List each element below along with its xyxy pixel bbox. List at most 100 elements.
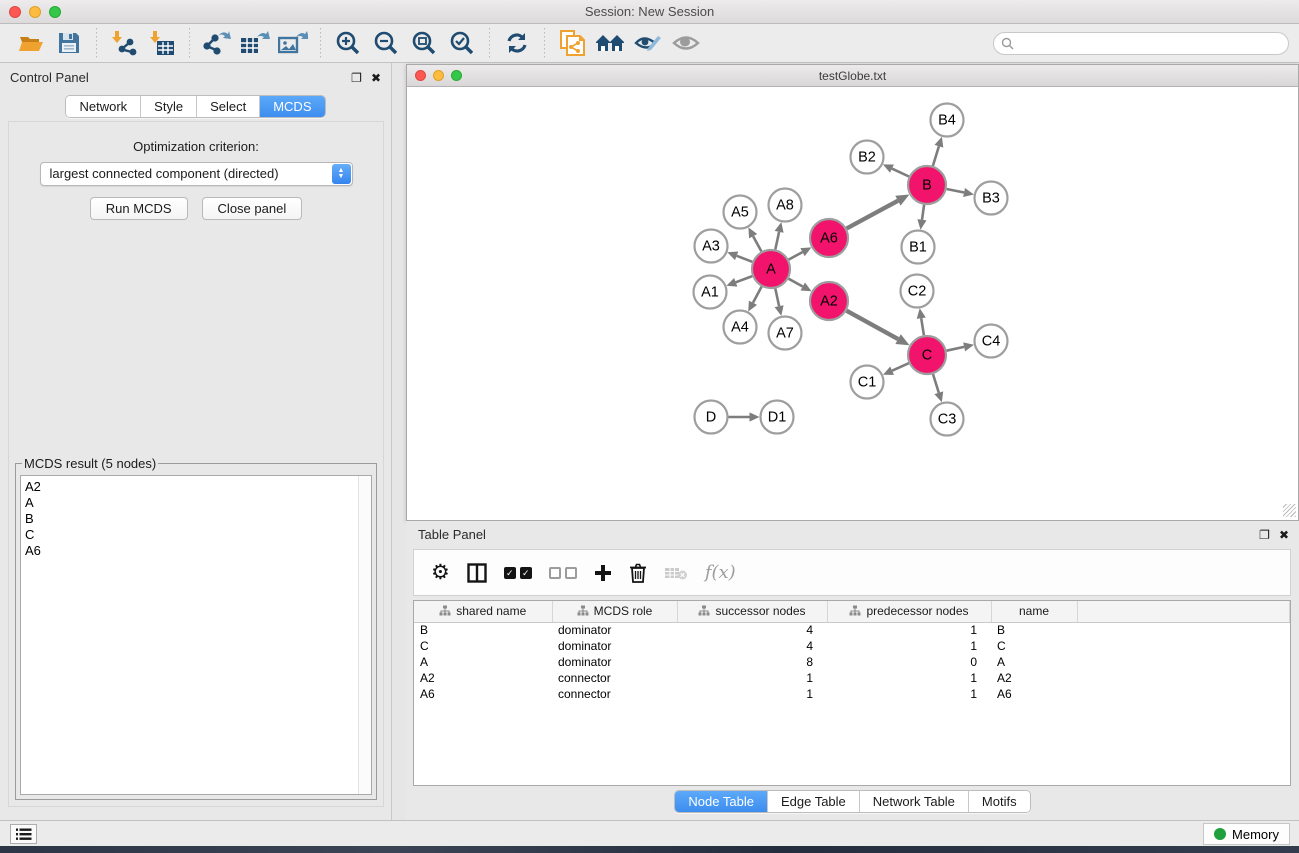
graph-edge-C-C2[interactable] [921, 318, 924, 335]
graph-edge-B-B1[interactable] [922, 205, 924, 220]
resize-grip-icon[interactable] [1283, 504, 1296, 517]
mcds-result-item[interactable]: A6 [25, 543, 371, 559]
graph-edge-B-B4[interactable] [933, 146, 939, 166]
graph-edge-A-A4[interactable] [753, 287, 762, 303]
graph-edge-C-C4[interactable] [947, 347, 965, 351]
table-cell[interactable]: 0 [827, 654, 991, 670]
hide-selected-button[interactable] [631, 27, 665, 59]
node-table[interactable]: shared nameMCDS rolesuccessor nodesprede… [413, 600, 1291, 786]
table-close-icon[interactable]: ✖ [1279, 529, 1289, 541]
table-cell[interactable]: 1 [677, 686, 827, 702]
table-cell[interactable]: B [414, 622, 552, 638]
tab-network[interactable]: Network [66, 96, 141, 117]
graph-edge-A-A1[interactable] [736, 276, 753, 282]
select-all-columns-button[interactable]: ✓ ✓ [504, 567, 532, 579]
show-all-button[interactable] [669, 27, 703, 59]
graph-edge-A-A5[interactable] [753, 236, 761, 251]
table-cell[interactable]: 1 [677, 670, 827, 686]
delete-table-button[interactable] [664, 565, 688, 581]
column-header-MCDS-role[interactable]: MCDS role [552, 601, 677, 622]
table-cell[interactable]: C [991, 638, 1077, 654]
float-panel-icon[interactable]: ❐ [351, 72, 362, 84]
refresh-view-button[interactable] [500, 27, 534, 59]
table-float-icon[interactable]: ❐ [1259, 529, 1270, 541]
table-row[interactable]: A6connector11A6 [414, 686, 1290, 702]
table-settings-button[interactable]: ⚙ [431, 562, 450, 583]
graph-edge-B-B3[interactable] [947, 189, 965, 193]
table-cell[interactable]: 1 [827, 622, 991, 638]
table-row[interactable]: A2connector11A2 [414, 670, 1290, 686]
table-cell[interactable]: 1 [827, 638, 991, 654]
memory-button[interactable]: Memory [1203, 823, 1290, 845]
graph-edge-A-A8[interactable] [775, 232, 779, 250]
zoom-selected-button[interactable] [445, 27, 479, 59]
table-cell[interactable]: dominator [552, 622, 677, 638]
graph-edge-A-A6[interactable] [789, 252, 803, 260]
tab-mcds[interactable]: MCDS [260, 96, 324, 117]
export-table-button[interactable] [238, 27, 272, 59]
panel-menu-button[interactable] [10, 824, 37, 844]
optimization-criterion-select[interactable]: largest connected component (directed) ▲… [40, 162, 353, 186]
close-panel-icon[interactable]: ✖ [371, 72, 381, 84]
zoom-in-button[interactable] [331, 27, 365, 59]
table-cell[interactable]: A2 [414, 670, 552, 686]
table-cell[interactable]: 1 [827, 670, 991, 686]
table-cell[interactable]: connector [552, 670, 677, 686]
table-row[interactable]: Bdominator41B [414, 622, 1290, 638]
delete-column-button[interactable] [629, 563, 647, 583]
table-row[interactable]: Cdominator41C [414, 638, 1290, 654]
function-builder-button[interactable]: f(x) [705, 562, 736, 583]
deselect-all-columns-button[interactable] [549, 567, 577, 579]
add-column-button[interactable] [594, 564, 612, 582]
mcds-result-item[interactable]: B [25, 511, 371, 527]
graph-edge-A6-B[interactable] [847, 201, 898, 229]
mcds-result-listbox[interactable]: A2ABCA6 [20, 475, 372, 795]
table-cell[interactable]: A2 [991, 670, 1077, 686]
table-cell[interactable]: 4 [677, 638, 827, 654]
mcds-result-item[interactable]: A [25, 495, 371, 511]
zoom-out-button[interactable] [369, 27, 403, 59]
mcds-result-item[interactable]: C [25, 527, 371, 543]
column-header-name[interactable]: name [991, 601, 1077, 622]
tab-style[interactable]: Style [141, 96, 197, 117]
column-header-shared-name[interactable]: shared name [414, 601, 552, 622]
search-input[interactable] [993, 32, 1289, 55]
graph-edge-A2-C[interactable] [847, 311, 899, 339]
zoom-fit-button[interactable] [407, 27, 441, 59]
graph-edge-A-A7[interactable] [775, 289, 779, 307]
table-cell[interactable]: 4 [677, 622, 827, 638]
graph-edge-C-C3[interactable] [933, 374, 939, 393]
open-session-button[interactable] [14, 27, 48, 59]
import-network-button[interactable] [107, 27, 141, 59]
table-cell[interactable]: A [991, 654, 1077, 670]
export-image-button[interactable] [276, 27, 310, 59]
tab-motifs[interactable]: Motifs [969, 791, 1030, 812]
network-canvas[interactable]: B4B2BB3A8A5A6A3B1AC2A1A2A4A7C4CC1DD1C3 [407, 87, 1298, 519]
home-view-button[interactable] [593, 27, 627, 59]
column-view-button[interactable] [467, 563, 487, 583]
graph-edge-A-A3[interactable] [737, 256, 753, 262]
table-cell[interactable]: dominator [552, 638, 677, 654]
save-session-button[interactable] [52, 27, 86, 59]
tab-select[interactable]: Select [197, 96, 260, 117]
graph-edge-B-B2[interactable] [892, 169, 909, 177]
graph-edge-C-C1[interactable] [892, 363, 909, 371]
new-network-from-selection-button[interactable] [555, 27, 589, 59]
table-cell[interactable]: A6 [991, 686, 1077, 702]
export-network-button[interactable] [200, 27, 234, 59]
mcds-result-item[interactable]: A2 [25, 479, 371, 495]
result-scrollbar[interactable] [358, 476, 371, 794]
column-header-successor-nodes[interactable]: successor nodes [677, 601, 827, 622]
import-table-button[interactable] [145, 27, 179, 59]
table-cell[interactable]: 1 [827, 686, 991, 702]
tab-edge-table[interactable]: Edge Table [768, 791, 860, 812]
table-cell[interactable]: B [991, 622, 1077, 638]
network-graph[interactable]: B4B2BB3A8A5A6A3B1AC2A1A2A4A7C4CC1DD1C3 [407, 87, 1298, 519]
run-mcds-button[interactable]: Run MCDS [90, 197, 188, 220]
table-cell[interactable]: connector [552, 686, 677, 702]
tab-network-table[interactable]: Network Table [860, 791, 969, 812]
tab-node-table[interactable]: Node Table [675, 791, 768, 812]
table-cell[interactable]: 8 [677, 654, 827, 670]
column-header-predecessor-nodes[interactable]: predecessor nodes [827, 601, 991, 622]
close-panel-button[interactable]: Close panel [202, 197, 303, 220]
